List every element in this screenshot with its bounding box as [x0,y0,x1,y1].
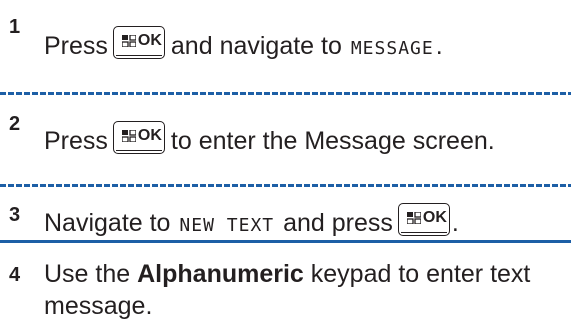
step-text-end: . [435,32,443,60]
step-text: Press [44,127,108,155]
ok-key-label: OK [137,127,162,144]
ok-key-icon: OK [112,26,165,59]
menu-grid-icon [121,35,136,47]
step-number: 2 [9,113,21,135]
ok-key-label: OK [137,32,162,49]
ok-key-label: OK [422,209,447,226]
ok-key-icon: OK [112,121,165,154]
step-separator [0,240,571,243]
menu-grid-icon [406,212,421,224]
menu-item-name: NEW TEXT [179,215,275,236]
step-separator [0,184,571,187]
step-text-end: . [451,209,459,237]
step-separator [0,92,571,95]
ok-key-icon: OK [397,203,450,236]
step-instruction: Press OK to enter the Message screen. [44,121,495,156]
step-number: 3 [9,204,21,226]
keypad-name: Alphanumeric [137,260,304,288]
step-instruction: Use the Alphanumeric keypad to enter tex… [44,258,564,322]
menu-item-name: MESSAGE [350,38,434,59]
step-text: Press [44,32,108,60]
step-text: to enter the Message screen. [170,127,495,155]
menu-grid-icon [121,130,136,142]
step-instruction: Press OK and navigate to MESSAGE . [44,26,443,61]
step-number: 1 [9,16,21,38]
step-instruction: Navigate to NEW TEXT and press OK . [44,203,459,238]
step-text: and navigate to [170,32,342,60]
step-text: Navigate to [44,209,171,237]
step-text: and press [283,209,393,237]
step-text: Use the [44,260,131,288]
step-number: 4 [9,264,21,286]
